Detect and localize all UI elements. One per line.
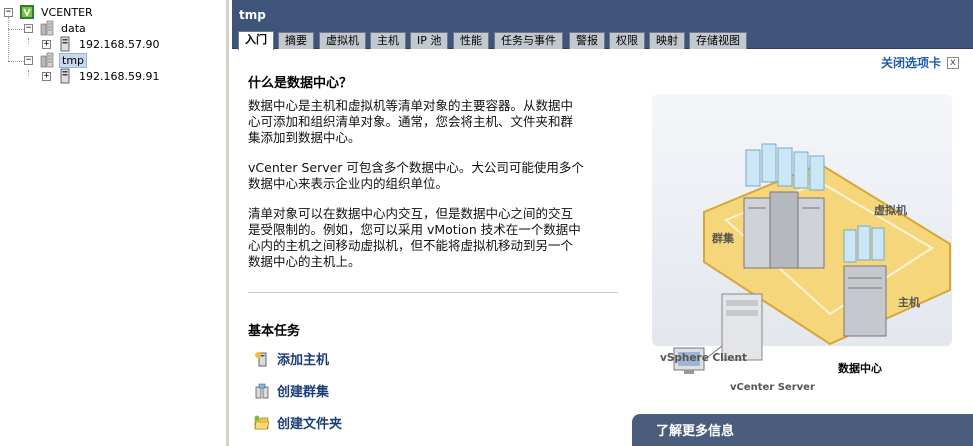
tab-summary[interactable]: 摘要 [278,32,314,49]
vcenter-server-tower [721,293,763,361]
create-cluster-icon [255,383,269,398]
add-host-icon [255,351,267,366]
section-heading: 什么是数据中心？ [248,76,353,91]
tree-label: 192.168.57.90 [79,37,160,51]
text-line: 心内的主机之间移动虚拟机，但不能将虚拟机移动到另一个 [248,238,574,253]
datacenter-icon [40,20,54,36]
tree-connector [28,70,29,76]
paragraph-vcenter: vCenter Server 可包含多个数据中心。大公司可能使用多个 数据中心来… [248,160,624,192]
collapse-icon[interactable]: − [24,23,33,33]
tab-vms[interactable]: 虚拟机 [319,32,366,49]
collapse-icon[interactable]: − [4,7,13,17]
tree-label-selected: tmp [59,52,88,68]
inventory-tree[interactable]: − VCENTER − data + 192.168.57.90 − tmp +… [0,0,229,446]
tab-content: 关闭选项卡 x 什么是数据中心？ 数据中心是主机和虚拟机等清单对象的主要容器。从… [232,50,973,446]
tab-permissions[interactable]: 权限 [609,32,645,49]
paragraph-interaction: 清单对象可以在数据中心内交互，但是数据中心之间的交互 是受限制的。例如，您可以采… [248,206,624,270]
tab-hosts[interactable]: 主机 [370,32,406,49]
cluster-servers [743,191,825,269]
host-server [843,265,887,337]
task-label: 创建文件夹 [277,417,343,432]
tab-storage-views[interactable]: 存储视图 [689,32,747,49]
panel-title: tmp [232,0,973,30]
tree-connector [28,38,29,44]
datacenter-diagram: 虚拟机 群集 主机 vCenter Server 数据中心 [652,94,952,390]
text-line: 数据中心是主机和虚拟机等清单对象的主要容器。从数据中 [248,98,574,113]
label-host: 主机 [898,295,920,309]
close-tab-button[interactable]: 关闭选项卡 x [881,54,959,71]
collapse-icon[interactable]: − [24,55,33,65]
datacenter-icon [40,52,54,68]
add-host-link[interactable]: 添加主机 [254,349,329,368]
label-datacenter: 数据中心 [838,361,882,375]
tab-bar: 入门 摘要 虚拟机 主机 IP 池 性能 任务与事件 警报 权限 映射 存储视图 [232,30,973,50]
create-cluster-link[interactable]: 创建群集 [254,381,329,400]
vcenter-icon [20,5,34,19]
text-line: 是受限制的。例如，您可以采用 vMotion 技术在一个数据中 [248,222,581,237]
learn-more-header[interactable]: 了解更多信息 [632,414,973,446]
tree-node-host[interactable]: + 192.168.59.91 [42,68,161,84]
host-server-icon [60,68,70,84]
tree-label: VCENTER [41,5,93,19]
label-cluster: 群集 [711,231,735,245]
tab-alarms[interactable]: 警报 [569,32,605,49]
task-label: 创建群集 [277,385,330,400]
text-line: 数据中心来表示企业内的组织单位。 [248,176,449,191]
tree-node-vcenter[interactable]: − VCENTER [4,4,95,20]
label-vcenter-server: vCenter Server [730,382,815,390]
tree-label: data [61,21,86,35]
paragraph-intro: 数据中心是主机和虚拟机等清单对象的主要容器。从数据中 心可添加和组织清单对象。通… [248,98,624,146]
expand-icon[interactable]: + [42,39,51,49]
basic-tasks-heading: 基本任务 [248,324,301,339]
text-line: 数据中心的主机上。 [248,254,361,269]
host-server-icon [60,36,70,52]
tree-label: 192.168.59.91 [79,69,160,83]
tab-ip-pools[interactable]: IP 池 [410,32,449,49]
tree-connector [8,17,9,61]
text-line: 清单对象可以在数据中心内交互，但是数据中心之间的交互 [248,206,574,221]
tab-maps[interactable]: 映射 [649,32,685,49]
divider [248,292,618,293]
task-label: 添加主机 [277,353,330,368]
create-folder-icon [254,415,270,429]
expand-icon[interactable]: + [42,71,51,81]
text-line: 心可添加和组织清单对象。通常，您会将主机、文件夹和群 [248,114,574,129]
tree-node-datacenter-tmp[interactable]: − tmp [24,52,88,68]
host-vm-icons [843,225,885,263]
tree-node-datacenter-data[interactable]: − data [24,20,88,36]
label-vms: 虚拟机 [874,203,907,217]
tab-tasks-events[interactable]: 任务与事件 [494,32,563,49]
create-folder-link[interactable]: 创建文件夹 [254,413,342,432]
tab-getting-started[interactable]: 入门 [238,31,274,50]
detail-panel: tmp 入门 摘要 虚拟机 主机 IP 池 性能 任务与事件 警报 权限 映射 … [232,0,973,446]
tab-performance[interactable]: 性能 [453,32,489,49]
tree-node-host[interactable]: + 192.168.57.90 [42,36,161,52]
close-icon[interactable]: x [947,56,959,69]
close-tab-label: 关闭选项卡 [880,56,941,70]
text-line: vCenter Server 可包含多个数据中心。大公司可能使用多个 [248,160,584,175]
text-line: 集添加到数据中心。 [248,130,361,145]
label-vsphere-client: vSphere Client [660,352,747,364]
